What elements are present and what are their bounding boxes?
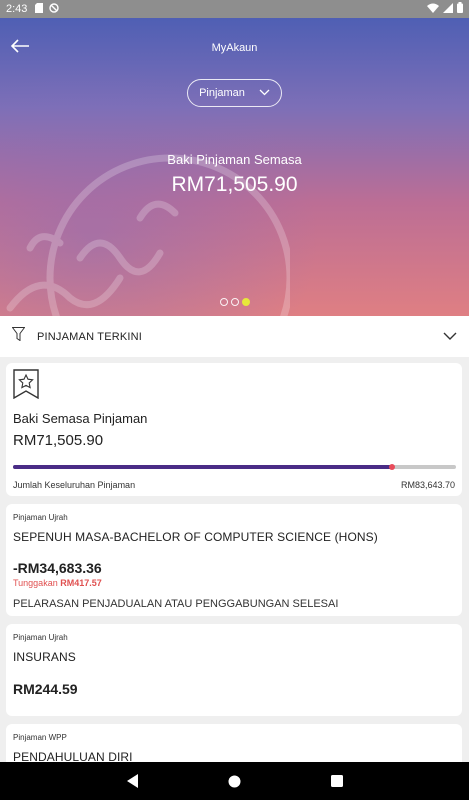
page-title: MyAkaun — [211, 42, 258, 54]
nav-recents-icon[interactable] — [327, 771, 347, 791]
system-navigation-bar — [0, 762, 469, 800]
carousel-dot[interactable] — [230, 298, 239, 306]
progress-fill — [13, 464, 395, 470]
arrears-amount: RM417.57 — [60, 578, 102, 588]
chevron-down-icon[interactable] — [443, 328, 457, 346]
loan-amount: -RM34,683.36 — [13, 560, 102, 576]
account-header: MyAkaun Pinjaman Baki Pinjaman Semasa RM… — [0, 18, 469, 316]
current-balance-amount: RM71,505.90 — [13, 432, 104, 449]
current-balance-label: Baki Semasa Pinjaman — [13, 411, 148, 426]
carousel-indicator — [0, 298, 469, 306]
loan-item[interactable]: Pinjaman Ujrah SEPENUH MASA-BACHELOR OF … — [6, 504, 462, 616]
loan-type: Pinjaman WPP — [13, 733, 67, 742]
loan-filter-bar[interactable]: PINJAMAN TERKINI — [0, 316, 469, 357]
filter-icon — [11, 327, 26, 346]
arrears-label: Tunggakan — [13, 578, 58, 588]
signal-icon — [443, 2, 453, 16]
wifi-icon — [427, 3, 439, 16]
bookmark-star-icon — [13, 369, 39, 400]
loan-title: SEPENUH MASA-BACHELOR OF COMPUTER SCIENC… — [13, 530, 378, 544]
balance-label: Baki Pinjaman Semasa — [167, 152, 302, 167]
nav-home-icon[interactable] — [225, 771, 245, 791]
total-loan-amount: RM83,643.70 — [400, 480, 455, 490]
chevron-down-icon — [259, 87, 270, 99]
loan-amount: RM244.59 — [13, 681, 78, 697]
battery-icon — [457, 2, 463, 16]
loan-title: INSURANS — [13, 650, 76, 664]
loan-item[interactable]: Pinjaman Ujrah INSURANS RM244.59 — [6, 624, 462, 716]
dropdown-selected-value: Pinjaman — [199, 87, 245, 99]
balance-amount: RM71,505.90 — [171, 173, 298, 196]
status-time: 2:43 — [6, 3, 28, 15]
carousel-dot-active[interactable] — [241, 298, 250, 306]
nav-back-icon[interactable] — [123, 771, 143, 791]
account-type-dropdown[interactable]: Pinjaman — [187, 79, 282, 107]
carousel-dot[interactable] — [219, 298, 228, 306]
filter-label: PINJAMAN TERKINI — [37, 330, 143, 343]
total-loan-label: Jumlah Keseluruhan Pinjaman — [13, 480, 136, 490]
status-bar: 2:43 — [0, 0, 469, 18]
loan-status: PELARASAN PENJADUALAN ATAU PENGGABUNGAN … — [13, 598, 339, 610]
sd-card-icon — [35, 2, 44, 16]
loan-type: Pinjaman Ujrah — [13, 513, 68, 522]
loan-type: Pinjaman Ujrah — [13, 633, 68, 642]
repayment-progress-bar — [13, 464, 456, 470]
loan-summary-card: Baki Semasa Pinjaman RM71,505.90 Jumlah … — [6, 363, 462, 496]
do-not-disturb-icon — [49, 2, 60, 16]
arrears-info: Tunggakan RM417.57 — [13, 578, 102, 588]
